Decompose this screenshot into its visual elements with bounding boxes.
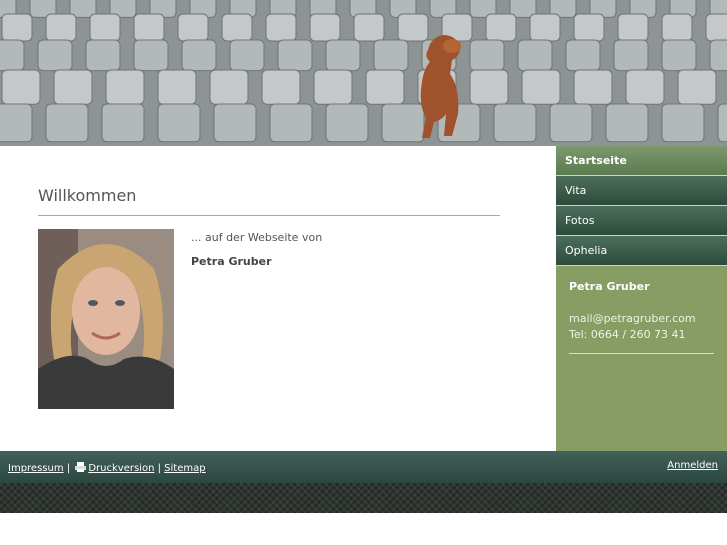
page-title: Willkommen <box>38 186 137 205</box>
footer-separator: | <box>157 463 161 474</box>
main-content: Willkommen ... auf der Webseite von Petr… <box>0 146 556 451</box>
portrait-photo <box>38 229 174 409</box>
stadium-seats-dog-image <box>0 0 727 146</box>
footer-links: Impressum | Druckversion | Sitemap <box>8 462 206 474</box>
contact-name: Petra Gruber <box>569 280 650 293</box>
contact-divider <box>569 353 714 354</box>
contact-phone: Tel: 0664 / 260 73 41 <box>569 328 686 341</box>
printer-icon <box>75 462 87 472</box>
sitemap-link[interactable]: Sitemap <box>164 463 205 474</box>
nav-item-startseite[interactable]: Startseite <box>556 146 727 176</box>
title-divider <box>38 215 500 216</box>
footer-pattern <box>0 483 727 513</box>
login-link[interactable]: Anmelden <box>667 460 718 471</box>
footer-bar: Impressum | Druckversion | Sitemap Anmel… <box>0 451 727 483</box>
footer-separator: | <box>66 463 71 474</box>
nav-item-fotos[interactable]: Fotos <box>556 206 727 236</box>
contact-box: Petra Gruber mail@petragruber.com Tel: 0… <box>556 266 727 354</box>
owner-name: Petra Gruber <box>191 255 272 268</box>
nav-item-ophelia[interactable]: Ophelia <box>556 236 727 266</box>
nav-item-vita[interactable]: Vita <box>556 176 727 206</box>
contact-email: mail@petragruber.com <box>569 312 696 325</box>
print-version-link[interactable]: Druckversion <box>88 463 154 474</box>
sidebar: Startseite Vita Fotos Ophelia Petra Grub… <box>556 146 727 451</box>
intro-text: ... auf der Webseite von <box>191 231 323 244</box>
header-banner <box>0 0 727 146</box>
impressum-link[interactable]: Impressum <box>8 463 64 474</box>
